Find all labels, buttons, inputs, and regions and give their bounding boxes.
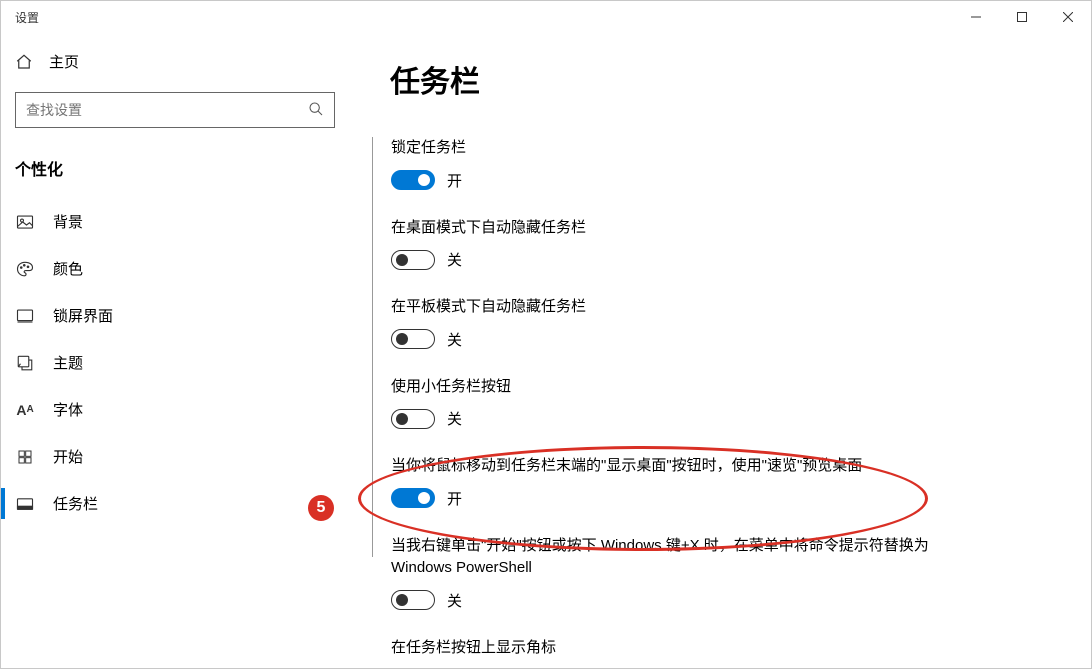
setting-label: 在桌面模式下自动隐藏任务栏 (391, 217, 951, 240)
window-body: 主页 个性化 背景 (1, 33, 1091, 668)
setting-small-buttons: 使用小任务栏按钮 关 (391, 376, 951, 430)
setting-autohide-desktop: 在桌面模式下自动隐藏任务栏 关 (391, 217, 951, 271)
window-controls (953, 1, 1091, 33)
toggle-state-label: 关 (447, 329, 462, 350)
toggle-state-label: 开 (447, 170, 462, 191)
sidebar-item-background[interactable]: 背景 (1, 198, 366, 245)
sidebar-item-start[interactable]: 开始 (1, 433, 366, 480)
sidebar-nav-list: 背景 颜色 (1, 198, 366, 527)
toggle-state-label: 开 (447, 488, 462, 509)
sidebar-item-lockscreen[interactable]: 锁屏界面 (1, 292, 366, 339)
setting-powershell-replace: 当我右键单击"开始"按钮或按下 Windows 键+X 时，在菜单中将命令提示符… (391, 535, 951, 611)
setting-show-badges: 在任务栏按钮上显示角标 (391, 637, 951, 660)
setting-label: 使用小任务栏按钮 (391, 376, 951, 399)
annotation-step-badge: 5 (308, 495, 334, 521)
sidebar-item-label: 主题 (53, 352, 83, 373)
window-title: 设置 (1, 9, 39, 26)
toggle-autohide-desktop[interactable] (391, 250, 435, 270)
theme-icon (15, 353, 35, 373)
search-icon (308, 101, 324, 120)
toggle-state-label: 关 (447, 408, 462, 429)
lockscreen-icon (15, 306, 35, 326)
search-input[interactable] (26, 102, 308, 118)
sidebar-item-label: 背景 (53, 211, 83, 232)
settings-scroll-region: 锁定任务栏 开 在桌面模式下自动隐藏任务栏 关 在平板模式下自动隐藏任务栏 (372, 137, 1051, 557)
sidebar: 主页 个性化 背景 (1, 33, 366, 668)
sidebar-item-themes[interactable]: 主题 (1, 339, 366, 386)
toggle-autohide-tablet[interactable] (391, 329, 435, 349)
home-icon (15, 53, 33, 71)
titlebar: 设置 (1, 1, 1091, 33)
sidebar-item-label: 开始 (53, 446, 83, 467)
picture-icon (15, 212, 35, 232)
sidebar-item-label: 字体 (53, 399, 83, 420)
toggle-powershell-replace[interactable] (391, 590, 435, 610)
content-pane: 任务栏 锁定任务栏 开 在桌面模式下自动隐藏任务栏 关 (366, 33, 1091, 668)
taskbar-icon (15, 494, 35, 514)
setting-label: 在平板模式下自动隐藏任务栏 (391, 296, 951, 319)
setting-label: 在任务栏按钮上显示角标 (391, 637, 951, 660)
start-icon (15, 447, 35, 467)
minimize-button[interactable] (953, 1, 999, 33)
home-label: 主页 (49, 51, 79, 72)
setting-label: 当我右键单击"开始"按钮或按下 Windows 键+X 时，在菜单中将命令提示符… (391, 535, 951, 580)
setting-autohide-tablet: 在平板模式下自动隐藏任务栏 关 (391, 296, 951, 350)
font-icon: AA (15, 400, 35, 420)
toggle-state-label: 关 (447, 249, 462, 270)
sidebar-item-colors[interactable]: 颜色 (1, 245, 366, 292)
sidebar-section-title: 个性化 (1, 148, 366, 198)
sidebar-item-fonts[interactable]: AA 字体 (1, 386, 366, 433)
toggle-small-buttons[interactable] (391, 409, 435, 429)
sidebar-item-label: 颜色 (53, 258, 83, 279)
setting-lock-taskbar: 锁定任务栏 开 (391, 137, 951, 191)
setting-label: 当你将鼠标移动到任务栏末端的"显示桌面"按钮时，使用"速览"预览桌面 (391, 455, 951, 478)
toggle-peek-preview[interactable] (391, 488, 435, 508)
sidebar-item-label: 锁屏界面 (53, 305, 113, 326)
settings-window: 设置 主页 (0, 0, 1092, 669)
search-input-container[interactable] (15, 92, 335, 128)
setting-peek-preview: 当你将鼠标移动到任务栏末端的"显示桌面"按钮时，使用"速览"预览桌面 开 (391, 455, 951, 509)
palette-icon (15, 259, 35, 279)
close-button[interactable] (1045, 1, 1091, 33)
home-nav[interactable]: 主页 (1, 41, 366, 82)
toggle-lock-taskbar[interactable] (391, 170, 435, 190)
maximize-button[interactable] (999, 1, 1045, 33)
setting-label: 锁定任务栏 (391, 137, 951, 160)
sidebar-item-label: 任务栏 (53, 493, 98, 514)
page-title: 任务栏 (390, 57, 1051, 101)
toggle-state-label: 关 (447, 590, 462, 611)
